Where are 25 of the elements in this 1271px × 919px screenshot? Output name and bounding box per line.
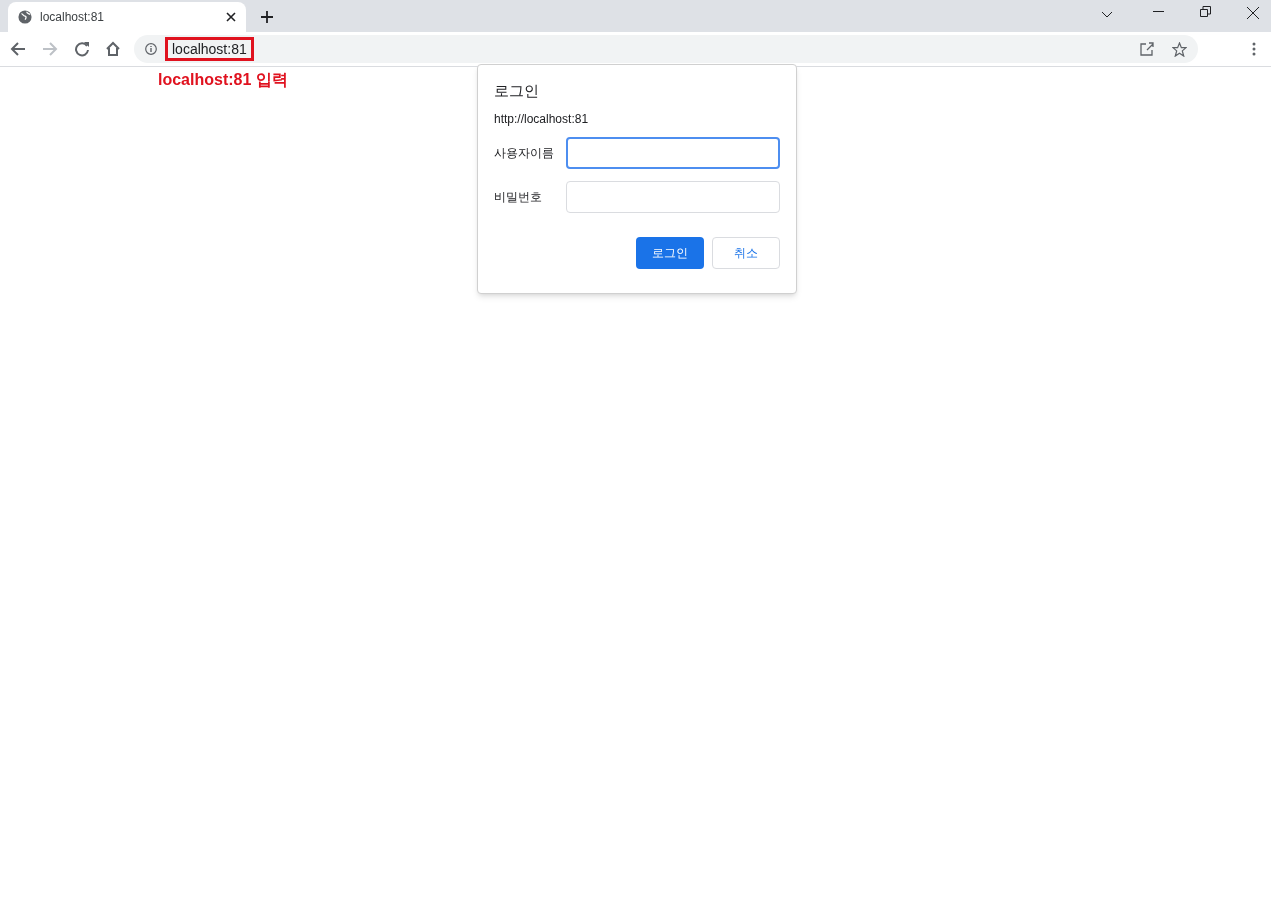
close-icon[interactable] xyxy=(226,12,236,22)
new-tab-icon[interactable] xyxy=(260,10,274,24)
tab-title: localhost:81 xyxy=(40,9,106,26)
restore-icon[interactable] xyxy=(1200,6,1211,17)
dialog-origin: http://localhost:81 xyxy=(494,111,590,127)
menu-icon[interactable] xyxy=(1252,42,1256,56)
annotation-text: localhost:81 입력 xyxy=(158,70,288,90)
field-label: 비밀번호 xyxy=(494,189,543,206)
dialog-title: 로그인 xyxy=(494,81,540,101)
cancel-button[interactable]: 취소 xyxy=(712,237,780,269)
reload-icon[interactable] xyxy=(74,41,90,57)
star-icon[interactable] xyxy=(1172,41,1187,57)
info-icon[interactable] xyxy=(145,43,157,55)
close-icon[interactable] xyxy=(1247,7,1259,19)
input-field[interactable] xyxy=(565,137,780,169)
share-icon[interactable] xyxy=(1140,42,1154,56)
url-text: localhost:81 xyxy=(165,37,254,61)
dropdown-icon[interactable] xyxy=(1101,11,1113,18)
browser-tab[interactable]: localhost:81 xyxy=(8,2,246,32)
home-icon[interactable] xyxy=(105,41,121,57)
address-bar[interactable]: localhost:81 xyxy=(134,35,1198,63)
field-label: 사용자이름 xyxy=(494,145,555,162)
login-button[interactable]: 로그인 xyxy=(636,237,704,269)
back-icon[interactable] xyxy=(10,41,26,57)
globe-icon xyxy=(18,10,32,24)
